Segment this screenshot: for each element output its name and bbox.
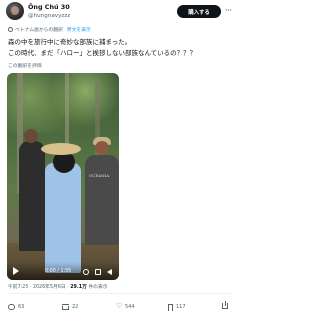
subscribe-button[interactable]: 購入する <box>177 5 221 18</box>
translation-source: ベトナム語からの翻訳 <box>15 28 63 33</box>
video-frame-hat <box>41 143 81 155</box>
video-frame-head <box>24 129 38 143</box>
views-count: 29.1万 <box>70 285 87 290</box>
reply-icon <box>8 304 15 310</box>
divider <box>6 293 234 294</box>
heart-icon <box>116 302 122 310</box>
video-controls: 0:00 / 1:55 <box>7 262 119 280</box>
tweet-text: 森の中を旅行中に奇妙な部族に捕まった。 この時代、まだ「ハロー」と挨拶しない部族… <box>8 37 234 58</box>
more-options-icon[interactable]: ··· <box>225 6 232 16</box>
bookmark-button[interactable]: 117 <box>168 303 186 311</box>
tweet-header: Ông Chú 30 @hungnavyzzz 購入する ··· <box>6 2 234 26</box>
video-frame-head <box>95 141 109 155</box>
tweet-meta: 午前7:25 · 2026年5月6日 · 29.1万 件の表示 <box>8 284 108 291</box>
share-icon <box>222 301 228 309</box>
play-icon[interactable] <box>13 267 19 275</box>
avatar[interactable] <box>6 2 24 20</box>
like-button[interactable]: 544 <box>116 302 135 311</box>
reply-button[interactable]: 63 <box>8 303 24 311</box>
video-player[interactable]: OCEANIA 0:00 / 1:55 <box>7 73 119 280</box>
video-frame-person <box>41 143 81 273</box>
tweet-text-line-2: この時代、まだ「ハロー」と挨拶しない部族なんているの？？？ <box>8 48 197 57</box>
retweet-button[interactable]: 22 <box>62 303 78 311</box>
rate-translation-link[interactable]: この翻訳を評価 <box>8 63 42 70</box>
tweet-timestamp[interactable]: 午前7:25 · 2026年5月6日 · <box>8 285 70 290</box>
video-frame-foliage <box>7 73 119 133</box>
bookmark-count: 117 <box>176 304 186 310</box>
user-handle[interactable]: @hungnavyzzz <box>28 12 70 20</box>
video-frame-shirt-text: OCEANIA <box>89 173 110 178</box>
fullscreen-icon[interactable] <box>95 269 101 275</box>
video-frame-person <box>19 129 45 251</box>
retweet-count: 22 <box>72 304 79 310</box>
globe-icon <box>8 27 13 32</box>
bookmark-icon <box>168 303 173 311</box>
retweet-icon <box>62 304 69 310</box>
gear-icon[interactable] <box>83 269 89 275</box>
display-name[interactable]: Ông Chú 30 <box>28 3 70 11</box>
video-frame-person <box>85 137 119 245</box>
show-original-link[interactable]: 原文を表示 <box>67 28 91 33</box>
action-bar: 63 22 544 117 <box>8 301 234 313</box>
video-time: 0:00 / 1:55 <box>45 269 72 274</box>
share-button[interactable] <box>222 301 228 309</box>
reply-count: 63 <box>18 304 25 310</box>
translation-note: ベトナム語からの翻訳 原文を表示 <box>8 27 91 34</box>
tweet-text-line-1: 森の中を旅行中に奇妙な部族に捕まった。 <box>8 38 132 46</box>
like-count: 544 <box>125 304 135 310</box>
views-label: 件の表示 <box>86 285 108 290</box>
volume-icon[interactable] <box>107 269 112 275</box>
